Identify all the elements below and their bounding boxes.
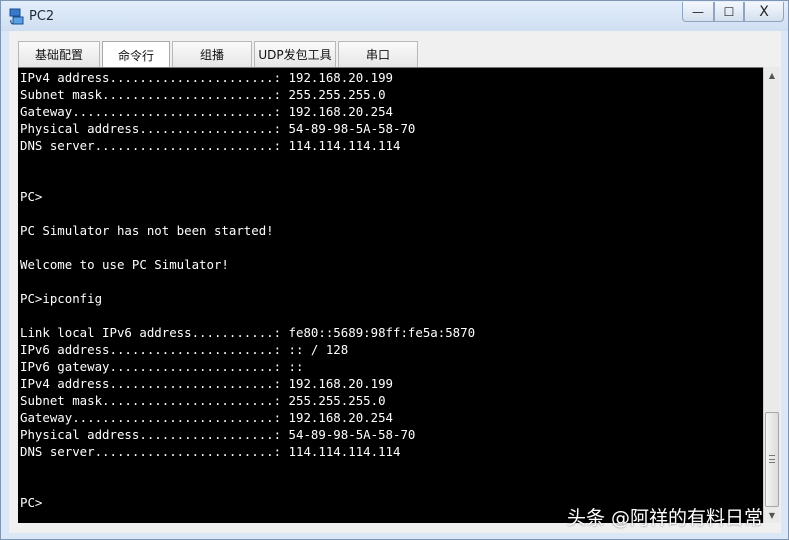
scroll-up-icon[interactable]: ▲ <box>764 67 780 83</box>
vertical-scrollbar[interactable]: ▲ ▼ <box>763 67 780 523</box>
scrollbar-thumb[interactable] <box>765 412 779 507</box>
terminal-line: Physical address..................: 54-8… <box>20 121 416 136</box>
terminal-line: DNS server........................: 114.… <box>20 138 401 153</box>
scroll-down-icon[interactable]: ▼ <box>764 507 780 523</box>
client-area: 基础配置 命令行 组播 UDP发包工具 串口 IPv4 address.....… <box>9 31 781 533</box>
terminal-line: Gateway...........................: 192.… <box>20 104 393 119</box>
tab-command-line[interactable]: 命令行 <box>102 41 170 68</box>
close-icon: X <box>759 3 769 20</box>
tab-multicast[interactable]: 组播 <box>172 41 252 67</box>
pc-app-icon <box>9 8 24 25</box>
terminal-line: IPv4 address......................: 192.… <box>20 70 393 85</box>
minimize-button[interactable]: — <box>682 2 714 22</box>
terminal-line: PC> <box>20 495 43 510</box>
terminal-line: IPv6 address......................: :: /… <box>20 342 349 357</box>
terminal-line: Link local IPv6 address...........: fe80… <box>20 325 476 340</box>
terminal-line: IPv6 gateway......................: :: <box>20 359 304 374</box>
terminal-line: Subnet mask.......................: 255.… <box>20 393 386 408</box>
grip-icon <box>769 455 775 463</box>
title-bar[interactable]: PC2 — ☐ X <box>1 1 788 31</box>
terminal-line: PC Simulator has not been started! <box>20 223 274 238</box>
terminal-line: Physical address..................: 54-8… <box>20 427 416 442</box>
tab-basic-config[interactable]: 基础配置 <box>18 41 100 67</box>
terminal-lines: IPv4 address......................: 192.… <box>20 69 475 511</box>
maximize-button[interactable]: ☐ <box>714 2 744 22</box>
terminal-line: PC>ipconfig <box>20 291 103 306</box>
terminal-line: DNS server........................: 114.… <box>20 444 401 459</box>
terminal-line: PC> <box>20 189 43 204</box>
maximize-icon: ☐ <box>723 4 735 19</box>
tab-serial-port[interactable]: 串口 <box>338 41 418 67</box>
tab-bar: 基础配置 命令行 组播 UDP发包工具 串口 <box>18 41 420 68</box>
pc2-window: PC2 — ☐ X 基础配置 命令行 组播 UDP发包工具 串口 IPv4 ad… <box>0 0 789 540</box>
terminal-output[interactable]: IPv4 address......................: 192.… <box>18 67 763 523</box>
minimize-icon: — <box>692 4 704 19</box>
close-button[interactable]: X <box>744 2 784 22</box>
terminal-line: Subnet mask.......................: 255.… <box>20 87 386 102</box>
terminal-line: Gateway...........................: 192.… <box>20 410 393 425</box>
tab-udp-tool[interactable]: UDP发包工具 <box>254 41 336 67</box>
window-title: PC2 <box>29 9 55 24</box>
watermark: 头条 @阿祥的有料日常 <box>567 507 764 529</box>
terminal-line: Welcome to use PC Simulator! <box>20 257 229 272</box>
terminal-line: IPv4 address......................: 192.… <box>20 376 393 391</box>
